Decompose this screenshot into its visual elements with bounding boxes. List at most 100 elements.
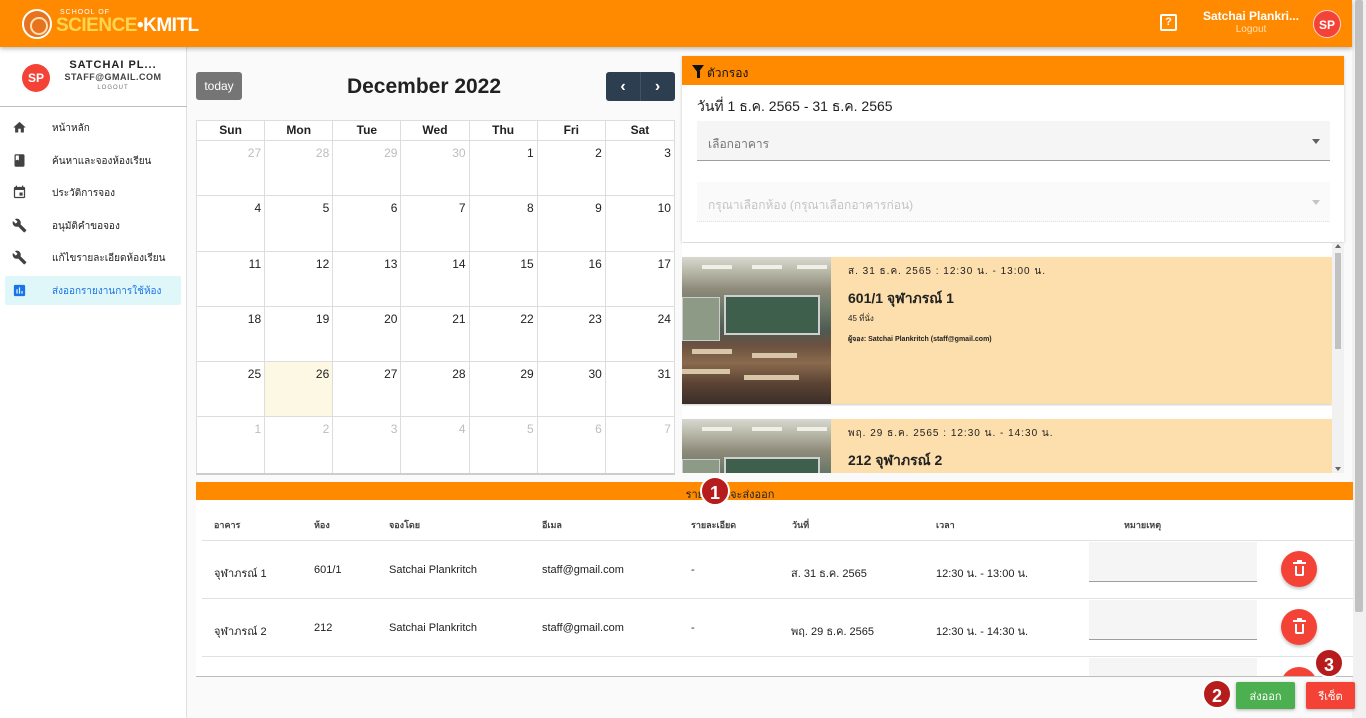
calendar-day[interactable]: 29	[333, 141, 402, 196]
calendar-day[interactable]: 21	[401, 306, 470, 362]
calendar-day[interactable]: 28	[401, 362, 470, 417]
logo-text: SCHOOL OF SCIENCE•KMITL	[56, 8, 199, 40]
weekday-label: Wed	[401, 121, 470, 140]
next-month-button[interactable]: ›	[640, 72, 674, 101]
school-logo[interactable]: SCHOOL OF SCIENCE•KMITL	[22, 8, 199, 40]
calendar-day[interactable]: 23	[538, 306, 606, 362]
photo-detail	[744, 375, 799, 380]
calendar-day[interactable]: 17	[606, 252, 674, 306]
calendar-day[interactable]: 1	[470, 141, 538, 196]
note-input[interactable]	[1089, 658, 1257, 676]
calendar-day[interactable]: 22	[470, 306, 538, 362]
calendar-day[interactable]: 29	[470, 362, 538, 417]
calendar-week: 11 12 13 14 15 16 17	[197, 251, 674, 307]
booking-list-scrollbar-thumb[interactable]	[1335, 253, 1341, 349]
booking-card[interactable]: ส. 31 ธ.ค. 2565 : 12:30 น. - 13:00 น. 60…	[682, 257, 1332, 404]
sidebar: SP SATCHAI PL... STAFF@GMAIL.COM LOGOUT …	[0, 47, 187, 718]
room-select[interactable]: กรุณาเลือกห้อง (กรุณาเลือกอาคารก่อน)	[697, 182, 1330, 222]
step-badge-1: 1	[700, 476, 730, 506]
step-badge-3: 3	[1314, 648, 1344, 678]
sidebar-item-approve[interactable]: อนุมัติคำขอจอง	[5, 211, 181, 240]
cell-date: พฤ. 29 ธ.ค. 2565	[791, 626, 875, 638]
photo-detail	[724, 295, 820, 335]
note-input[interactable]	[1089, 600, 1257, 640]
calendar-day[interactable]: 5	[470, 417, 538, 473]
today-button[interactable]: today	[196, 72, 242, 100]
calendar-day[interactable]: 7	[401, 196, 470, 251]
calendar-nav: ‹ ›	[606, 72, 675, 101]
sidebar-item-label: ค้นหาและจองห้องเรียน	[52, 155, 152, 167]
calendar-day[interactable]: 27	[197, 141, 266, 196]
note-input[interactable]	[1089, 542, 1257, 582]
sidebar-logout-link[interactable]: LOGOUT	[60, 85, 166, 91]
calendar-day[interactable]: 9	[538, 196, 606, 251]
calendar-day[interactable]: 31	[606, 362, 674, 416]
delete-row-button[interactable]	[1281, 551, 1317, 587]
export-button[interactable]: ส่งออก	[1236, 682, 1295, 709]
booking-room: 601/1 จุฬาภรณ์ 1	[848, 290, 954, 306]
calendar-day[interactable]: 18	[197, 306, 266, 362]
calendar-day[interactable]: 30	[401, 141, 470, 196]
calendar-day[interactable]: 30	[538, 362, 606, 417]
table-row: จุฬาภรณ์ 1 601/1 Satchai Plankritch staf…	[202, 540, 1353, 598]
calendar-day[interactable]: 7	[606, 417, 674, 472]
sidebar-item-edit-room[interactable]: แก้ไขรายละเอียดห้องเรียน	[5, 243, 181, 272]
calendar-day[interactable]: 16	[538, 251, 606, 306]
filter-title: ตัวกรอง	[707, 66, 749, 80]
calendar-day[interactable]: 2	[538, 141, 606, 196]
calendar-day[interactable]: 10	[606, 196, 674, 250]
calendar-day[interactable]: 25	[197, 362, 266, 417]
page-scrollbar[interactable]	[1352, 0, 1366, 718]
prev-month-button[interactable]: ‹	[606, 72, 640, 101]
weekday-label: Sat	[630, 123, 650, 137]
calendar-day[interactable]: 24	[606, 307, 674, 361]
scroll-down-icon[interactable]	[1335, 467, 1341, 471]
calendar-day[interactable]: 5	[265, 196, 334, 251]
calendar-day[interactable]: 20	[333, 306, 402, 362]
calendar-day[interactable]: 6	[333, 196, 402, 251]
calendar-day[interactable]: 4	[197, 196, 266, 251]
weekday-label: Mon	[265, 121, 334, 140]
calendar-day[interactable]: 3	[606, 141, 674, 195]
reset-button[interactable]: รีเซ็ต	[1306, 682, 1355, 709]
calendar-day[interactable]: 27	[333, 362, 402, 417]
photo-detail	[682, 297, 720, 341]
sidebar-item-export-report[interactable]: ส่งออกรายงานการใช้ห้อง	[5, 275, 181, 305]
top-logout-link[interactable]: Logout	[1196, 24, 1306, 35]
scroll-up-icon[interactable]	[1335, 244, 1341, 248]
calendar-day[interactable]: 19	[265, 306, 334, 362]
page-scrollbar-thumb[interactable]	[1355, 0, 1363, 612]
calendar-day[interactable]: 28	[265, 141, 334, 196]
calendar-day[interactable]: 14	[401, 251, 470, 306]
cell-building: จุฬาภรณ์ 2	[214, 626, 267, 638]
building-select[interactable]: เลือกอาคาร	[697, 121, 1330, 161]
trash-icon-lid	[1293, 562, 1306, 564]
sidebar-item-home[interactable]: หน้าหลัก	[5, 113, 181, 142]
calendar-day-today[interactable]: 26	[265, 362, 334, 417]
calendar-day[interactable]: 13	[333, 251, 402, 306]
calendar-day[interactable]: 8	[470, 196, 538, 251]
booking-list-scrollbar[interactable]	[1332, 243, 1344, 473]
booking-list: ส. 31 ธ.ค. 2565 : 12:30 น. - 13:00 น. 60…	[682, 243, 1344, 473]
top-avatar[interactable]: SP	[1313, 10, 1341, 38]
delete-row-button[interactable]	[1281, 667, 1317, 676]
sidebar-item-search-book[interactable]: ค้นหาและจองห้องเรียน	[5, 146, 181, 175]
calendar-day[interactable]: 3	[333, 417, 402, 473]
calendar-day[interactable]: 11	[197, 251, 266, 306]
calendar-day[interactable]: 6	[538, 417, 606, 473]
calendar-day[interactable]: 12	[265, 251, 334, 306]
calendar-day[interactable]: 1	[197, 417, 266, 473]
logo-wordmark: SCIENCE•KMITL	[56, 15, 199, 37]
delete-row-button[interactable]	[1281, 609, 1317, 645]
classroom-photo	[682, 257, 831, 404]
help-question-icon[interactable]: ?	[1160, 14, 1177, 31]
calendar-day[interactable]: 2	[265, 417, 334, 473]
sidebar-item-history[interactable]: ประวัติการจอง	[5, 178, 181, 207]
calendar-day[interactable]: 15	[470, 251, 538, 306]
column-header-note: หมายเหตุ	[1124, 520, 1162, 530]
booking-card[interactable]: พฤ. 29 ธ.ค. 2565 : 12:30 น. - 14:30 น. 2…	[682, 419, 1332, 473]
top-user-menu[interactable]: Satchai Plankri... Logout	[1196, 9, 1306, 35]
calendar-day[interactable]: 4	[401, 417, 470, 473]
wrench-icon	[12, 218, 27, 232]
column-header-building: อาคาร	[214, 520, 241, 530]
